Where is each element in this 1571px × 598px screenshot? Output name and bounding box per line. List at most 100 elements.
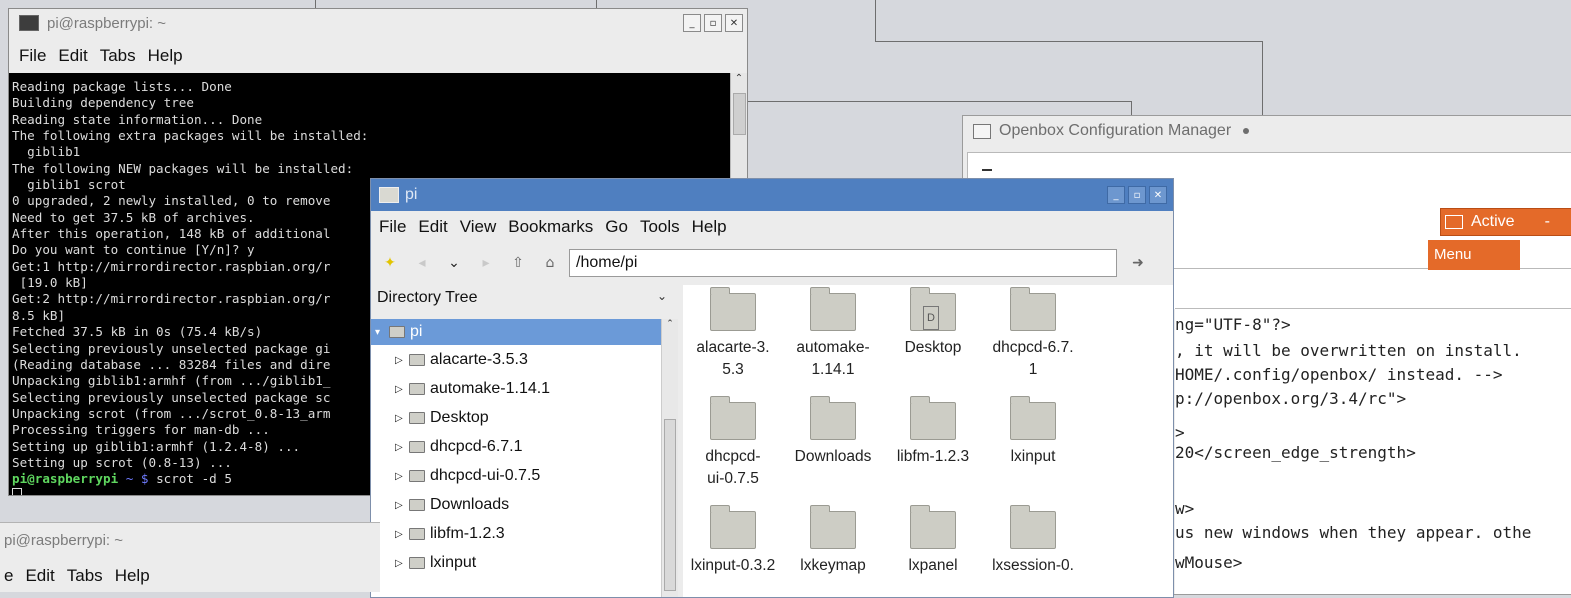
menu-tools[interactable]: Tools <box>640 217 680 237</box>
file-item[interactable]: dhcpcd-6.7. 1 <box>983 287 1083 381</box>
menu-edit[interactable]: Edit <box>418 217 447 237</box>
scrollbar-thumb[interactable] <box>664 419 676 591</box>
scrollbar-thumb[interactable] <box>733 93 746 135</box>
file-item[interactable]: lxinput <box>983 396 1083 468</box>
tree-scrollbar[interactable]: ⌃ <box>661 319 678 597</box>
minimize-icon[interactable]: _ <box>683 14 701 32</box>
openbox-preview-panel <box>1173 268 1571 309</box>
close-icon[interactable]: ✕ <box>1149 186 1167 204</box>
folder-icon <box>409 383 425 395</box>
terminal-line: giblib1 <box>12 144 81 160</box>
file-item[interactable]: lxsession-0. <box>983 505 1083 577</box>
up-icon[interactable]: ⇧ <box>505 250 531 276</box>
file-item[interactable]: dhcpcd- ui-0.7.5 <box>683 396 783 490</box>
menu-go[interactable]: Go <box>605 217 628 237</box>
menu-view[interactable]: View <box>460 217 497 237</box>
xml-line: HOME/.config/openbox/ instead. --> <box>1175 365 1503 384</box>
tree-item-pi[interactable]: ▾ pi <box>371 319 663 345</box>
folder-icon <box>1010 505 1056 549</box>
menu-help[interactable]: Help <box>115 566 150 586</box>
xml-line: wMouse> <box>1175 553 1243 572</box>
openbox-titlebar[interactable]: Openbox Configuration Manager <box>963 116 1571 146</box>
text-cursor <box>12 487 22 495</box>
maximize-icon[interactable]: ▫ <box>1128 186 1146 204</box>
directory-tree: ▾ pi ▷ alacarte-3.5.3 ▷ automake-1.14.1 … <box>371 319 663 597</box>
tree-item-label: pi <box>410 323 423 340</box>
folder-icon <box>810 505 856 549</box>
file-item-label: libfm-1.2.3 <box>896 448 970 465</box>
file-item[interactable]: lxinput-0.3.2 <box>683 505 783 577</box>
back-icon[interactable]: ◂ <box>409 250 435 276</box>
tree-item[interactable]: ▷ automake-1.14.1 <box>371 376 550 402</box>
xml-line: > <box>1175 423 1185 442</box>
xml-editor[interactable]: ng="UTF-8"?> , it will be overwritten on… <box>1175 308 1571 594</box>
terminal-titlebar[interactable]: pi@raspberrypi: ~ <box>0 523 380 557</box>
tree-item[interactable]: ▷ Desktop <box>371 405 489 431</box>
prompt-command: scrot -d 5 <box>148 471 232 487</box>
collapsed-triangle-icon: ▷ <box>395 470 403 482</box>
file-item[interactable]: libfm-1.2.3 <box>883 396 983 468</box>
maximize-icon[interactable]: ▫ <box>704 14 722 32</box>
collapsed-triangle-icon: ▷ <box>395 441 403 453</box>
forward-icon[interactable]: ▸ <box>473 250 499 276</box>
callout-line <box>875 41 1263 42</box>
folder-icon <box>409 470 425 482</box>
active-window-preview: Active - <box>1440 208 1571 236</box>
folder-icon <box>710 505 756 549</box>
terminal-icon <box>19 15 39 31</box>
xml-line: , it will be overwritten on install. <box>1175 341 1522 360</box>
title-dot-icon <box>1243 128 1250 134</box>
minimize-icon[interactable]: _ <box>1107 186 1125 204</box>
tree-item[interactable]: ▷ libfm-1.2.3 <box>371 521 505 547</box>
folder-icon <box>409 499 425 511</box>
file-item[interactable]: alacarte-3. 5.3 <box>683 287 783 381</box>
tree-item-label: automake-1.14.1 <box>430 380 551 397</box>
folder-icon <box>910 505 956 549</box>
new-tab-icon[interactable]: ✦ <box>377 250 403 276</box>
sidebar-mode-label[interactable]: Directory Tree <box>377 289 677 307</box>
terminal-line: The following NEW packages will be insta… <box>12 160 354 176</box>
home-icon[interactable]: ⌂ <box>537 250 563 276</box>
chevron-down-icon[interactable]: ⌄ <box>657 289 667 303</box>
desktop-folder-icon <box>409 412 425 424</box>
menu-tabs[interactable]: Tabs <box>100 46 136 66</box>
tree-item-label: libfm-1.2.3 <box>430 525 505 542</box>
tree-item[interactable]: ▷ alacarte-3.5.3 <box>371 347 528 373</box>
menu-bookmarks[interactable]: Bookmarks <box>508 217 593 237</box>
terminal-line: Reading state information... Done <box>12 111 263 127</box>
fm-menubar: File Edit View Bookmarks Go Tools Help <box>371 213 1173 241</box>
terminal-title: pi@raspberrypi: ~ <box>47 14 167 32</box>
file-item[interactable]: lxpanel <box>883 505 983 577</box>
tree-item[interactable]: ▷ dhcpcd-6.7.1 <box>371 434 523 460</box>
terminal-titlebar[interactable]: pi@raspberrypi: ~ _ ▫ ✕ <box>9 9 747 37</box>
menu-file[interactable]: e <box>4 566 13 586</box>
tree-item[interactable]: ▷ dhcpcd-ui-0.7.5 <box>371 463 540 489</box>
location-bar[interactable]: /home/pi <box>569 249 1117 277</box>
menu-file[interactable]: File <box>19 46 46 66</box>
menu-edit[interactable]: Edit <box>58 46 87 66</box>
folder-icon <box>1010 287 1056 331</box>
menu-help[interactable]: Help <box>148 46 183 66</box>
fm-titlebar[interactable]: pi _ ▫ ✕ <box>371 179 1173 211</box>
xml-line: 20</screen_edge_strength> <box>1175 443 1416 462</box>
menu-file[interactable]: File <box>379 217 406 237</box>
xml-line: p://openbox.org/3.4/rc"> <box>1175 389 1407 408</box>
file-item[interactable]: D Desktop <box>883 287 983 359</box>
tree-item[interactable]: ▷ Downloads <box>371 492 509 518</box>
scroll-up-icon[interactable]: ⌃ <box>731 73 747 84</box>
scroll-up-icon[interactable]: ⌃ <box>662 319 678 329</box>
tree-item[interactable]: ▷ lxinput <box>371 550 476 576</box>
menu-help[interactable]: Help <box>692 217 727 237</box>
desktop-folder-icon: D <box>910 287 956 331</box>
menu-tabs[interactable]: Tabs <box>67 566 103 586</box>
go-icon[interactable]: ➜ <box>1125 250 1151 276</box>
history-dropdown-icon[interactable]: ⌄ <box>441 250 467 276</box>
close-icon[interactable]: ✕ <box>725 14 743 32</box>
file-item[interactable]: Downloads <box>783 396 883 468</box>
file-item[interactable]: lxkeymap <box>783 505 883 577</box>
file-item[interactable]: automake- 1.14.1 <box>783 287 883 381</box>
file-item-label: Downloads <box>794 448 872 465</box>
terminal-line: Reading package lists... Done <box>12 79 232 94</box>
expanded-triangle-icon: ▾ <box>375 326 381 338</box>
menu-edit[interactable]: Edit <box>25 566 54 586</box>
